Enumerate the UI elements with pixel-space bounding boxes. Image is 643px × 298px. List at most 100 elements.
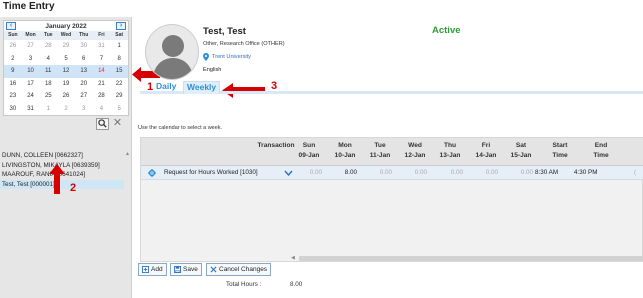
save-button-label: Save bbox=[183, 266, 198, 273]
scroll-up-icon[interactable]: ▲ bbox=[125, 151, 130, 157]
page-title: Time Entry bbox=[3, 1, 55, 12]
calendar-day[interactable]: 2 bbox=[4, 53, 22, 66]
calendar-header: ‹ January 2022 › bbox=[4, 21, 128, 31]
calendar-day[interactable]: 21 bbox=[93, 78, 111, 91]
cancel-changes-button[interactable]: Cancel Changes bbox=[206, 263, 272, 276]
end-time-cell[interactable]: 4:30 PM bbox=[574, 169, 597, 176]
calendar-day[interactable]: 10 bbox=[21, 65, 40, 78]
calendar-weekday: Fri bbox=[92, 31, 111, 40]
chevron-down-icon[interactable] bbox=[284, 170, 293, 176]
column-header-line1: Fri bbox=[481, 142, 491, 149]
calendar-day[interactable]: 26 bbox=[4, 40, 22, 53]
employee-list-item[interactable]: DUNN, COLLEEN [0662327] bbox=[0, 151, 124, 161]
calendar-day[interactable]: 4 bbox=[93, 103, 111, 116]
tab-daily[interactable]: Daily bbox=[154, 81, 178, 94]
instruction-text: Use the calendar to select a week. bbox=[138, 125, 223, 131]
column-header-line2: 09-Jan bbox=[298, 152, 320, 159]
column-header-line1: Thu bbox=[443, 142, 457, 149]
calendar-day[interactable]: 5 bbox=[110, 103, 128, 116]
calendar-day[interactable]: 27 bbox=[22, 40, 40, 53]
prev-month-button[interactable]: ‹ bbox=[6, 22, 16, 30]
hours-cell[interactable]: 0.00 bbox=[302, 169, 322, 176]
calendar-weekday: Tue bbox=[39, 31, 58, 40]
calendar-day[interactable]: 14 bbox=[92, 65, 111, 78]
calendar-day[interactable]: 22 bbox=[110, 78, 128, 91]
save-button[interactable]: Save bbox=[170, 263, 202, 276]
column-header-line1: Tue bbox=[374, 142, 386, 149]
employee-organization-label: Trent University bbox=[212, 54, 251, 60]
calendar-day[interactable]: 11 bbox=[39, 65, 58, 78]
start-time-cell[interactable]: 8:30 AM bbox=[535, 169, 558, 176]
calendar-day[interactable]: 24 bbox=[22, 90, 40, 103]
calendar-day[interactable]: 28 bbox=[93, 90, 111, 103]
calendar-day[interactable]: 19 bbox=[57, 78, 75, 91]
calendar-day[interactable]: 8 bbox=[110, 53, 128, 66]
horizontal-scrollbar[interactable] bbox=[299, 256, 643, 261]
left-panel: ‹ January 2022 › Sun Mon Tue Wed Thu Fri Sat 26… bbox=[0, 17, 132, 298]
calendar-weekday: Sun bbox=[4, 31, 22, 40]
calendar-day[interactable]: 16 bbox=[4, 78, 22, 91]
calendar-day[interactable]: 25 bbox=[39, 90, 57, 103]
calendar-day[interactable]: 5 bbox=[57, 53, 75, 66]
calendar-day[interactable]: 3 bbox=[75, 103, 93, 116]
calendar-day[interactable]: 26 bbox=[57, 90, 75, 103]
column-header-line1: Mon bbox=[338, 142, 352, 149]
calendar-day[interactable]: 6 bbox=[75, 53, 93, 66]
calendar-day[interactable]: 15 bbox=[110, 65, 128, 78]
avatar bbox=[145, 24, 199, 80]
calendar-day[interactable]: 31 bbox=[93, 40, 111, 53]
calendar-day[interactable]: 29 bbox=[57, 40, 75, 53]
calendar-day[interactable]: 20 bbox=[75, 78, 93, 91]
calendar-day[interactable]: 28 bbox=[39, 40, 57, 53]
calendar-day[interactable]: 12 bbox=[57, 65, 75, 78]
calendar-weekday: Thu bbox=[74, 31, 93, 40]
calendar-day[interactable]: 31 bbox=[22, 103, 40, 116]
view-tabs: Daily Weekly bbox=[140, 79, 643, 94]
calendar-day[interactable]: 3 bbox=[22, 53, 40, 66]
column-header-line2: 11-Jan bbox=[369, 152, 391, 159]
hours-cell[interactable]: 0.00 bbox=[478, 169, 498, 176]
add-button-label: Add bbox=[151, 266, 163, 273]
table-row[interactable]: Request for Hours Worked [1030] 0.00 8.00… bbox=[141, 166, 643, 180]
column-header-line1: Sat bbox=[515, 142, 527, 149]
hours-cell[interactable]: 0.00 bbox=[513, 169, 533, 176]
search-icon[interactable] bbox=[96, 118, 109, 130]
grid-column-header: Tue 11-Jan bbox=[365, 141, 395, 161]
calendar-day[interactable]: 2 bbox=[57, 103, 75, 116]
tab-weekly[interactable]: Weekly bbox=[183, 81, 221, 94]
next-month-button[interactable]: › bbox=[115, 22, 126, 30]
hours-cell[interactable]: 8.00 bbox=[337, 169, 357, 176]
calendar-day[interactable]: 18 bbox=[39, 78, 57, 91]
column-header-line2: 15-Jan bbox=[510, 152, 532, 159]
calendar-day[interactable]: 7 bbox=[93, 53, 111, 66]
column-header-line1: Sun bbox=[302, 142, 316, 149]
column-header-line1: End bbox=[594, 142, 608, 149]
calendar-day[interactable]: 29 bbox=[110, 90, 128, 103]
scroll-left-icon[interactable]: ◀ bbox=[291, 255, 295, 261]
calendar-day[interactable]: 17 bbox=[22, 78, 40, 91]
calendar-day[interactable]: 27 bbox=[75, 90, 93, 103]
grid-column-header: Sun 09-Jan bbox=[294, 141, 324, 161]
calendar-weekday: Wed bbox=[57, 31, 75, 40]
column-header-line2: 14-Jan bbox=[475, 152, 497, 159]
transaction-cell: Request for Hours Worked [1030] bbox=[164, 169, 258, 176]
column-header-line2: Time bbox=[552, 152, 568, 159]
gear-icon[interactable] bbox=[148, 169, 156, 177]
calendar-day[interactable]: 1 bbox=[110, 40, 128, 53]
employee-search-row: ✕ bbox=[3, 117, 129, 131]
column-header-line2: Time bbox=[593, 152, 609, 159]
calendar-day[interactable]: 30 bbox=[75, 40, 93, 53]
employee-department: Other, Research Office (OTHER) bbox=[203, 41, 285, 47]
calendar-day[interactable]: 30 bbox=[4, 103, 22, 116]
total-hours-value: 8.00 bbox=[290, 281, 303, 288]
hours-cell[interactable]: 0.00 bbox=[372, 169, 392, 176]
calendar-day[interactable]: 9 bbox=[4, 65, 22, 78]
hours-cell[interactable]: 0.00 bbox=[407, 169, 427, 176]
add-button[interactable]: Add bbox=[138, 263, 167, 276]
calendar-day[interactable]: 13 bbox=[74, 65, 93, 78]
calendar-day[interactable]: 1 bbox=[39, 103, 57, 116]
calendar-day[interactable]: 4 bbox=[39, 53, 57, 66]
hours-cell[interactable]: 0.00 bbox=[443, 169, 463, 176]
calendar-day[interactable]: 23 bbox=[4, 90, 22, 103]
close-icon[interactable]: ✕ bbox=[111, 118, 124, 130]
